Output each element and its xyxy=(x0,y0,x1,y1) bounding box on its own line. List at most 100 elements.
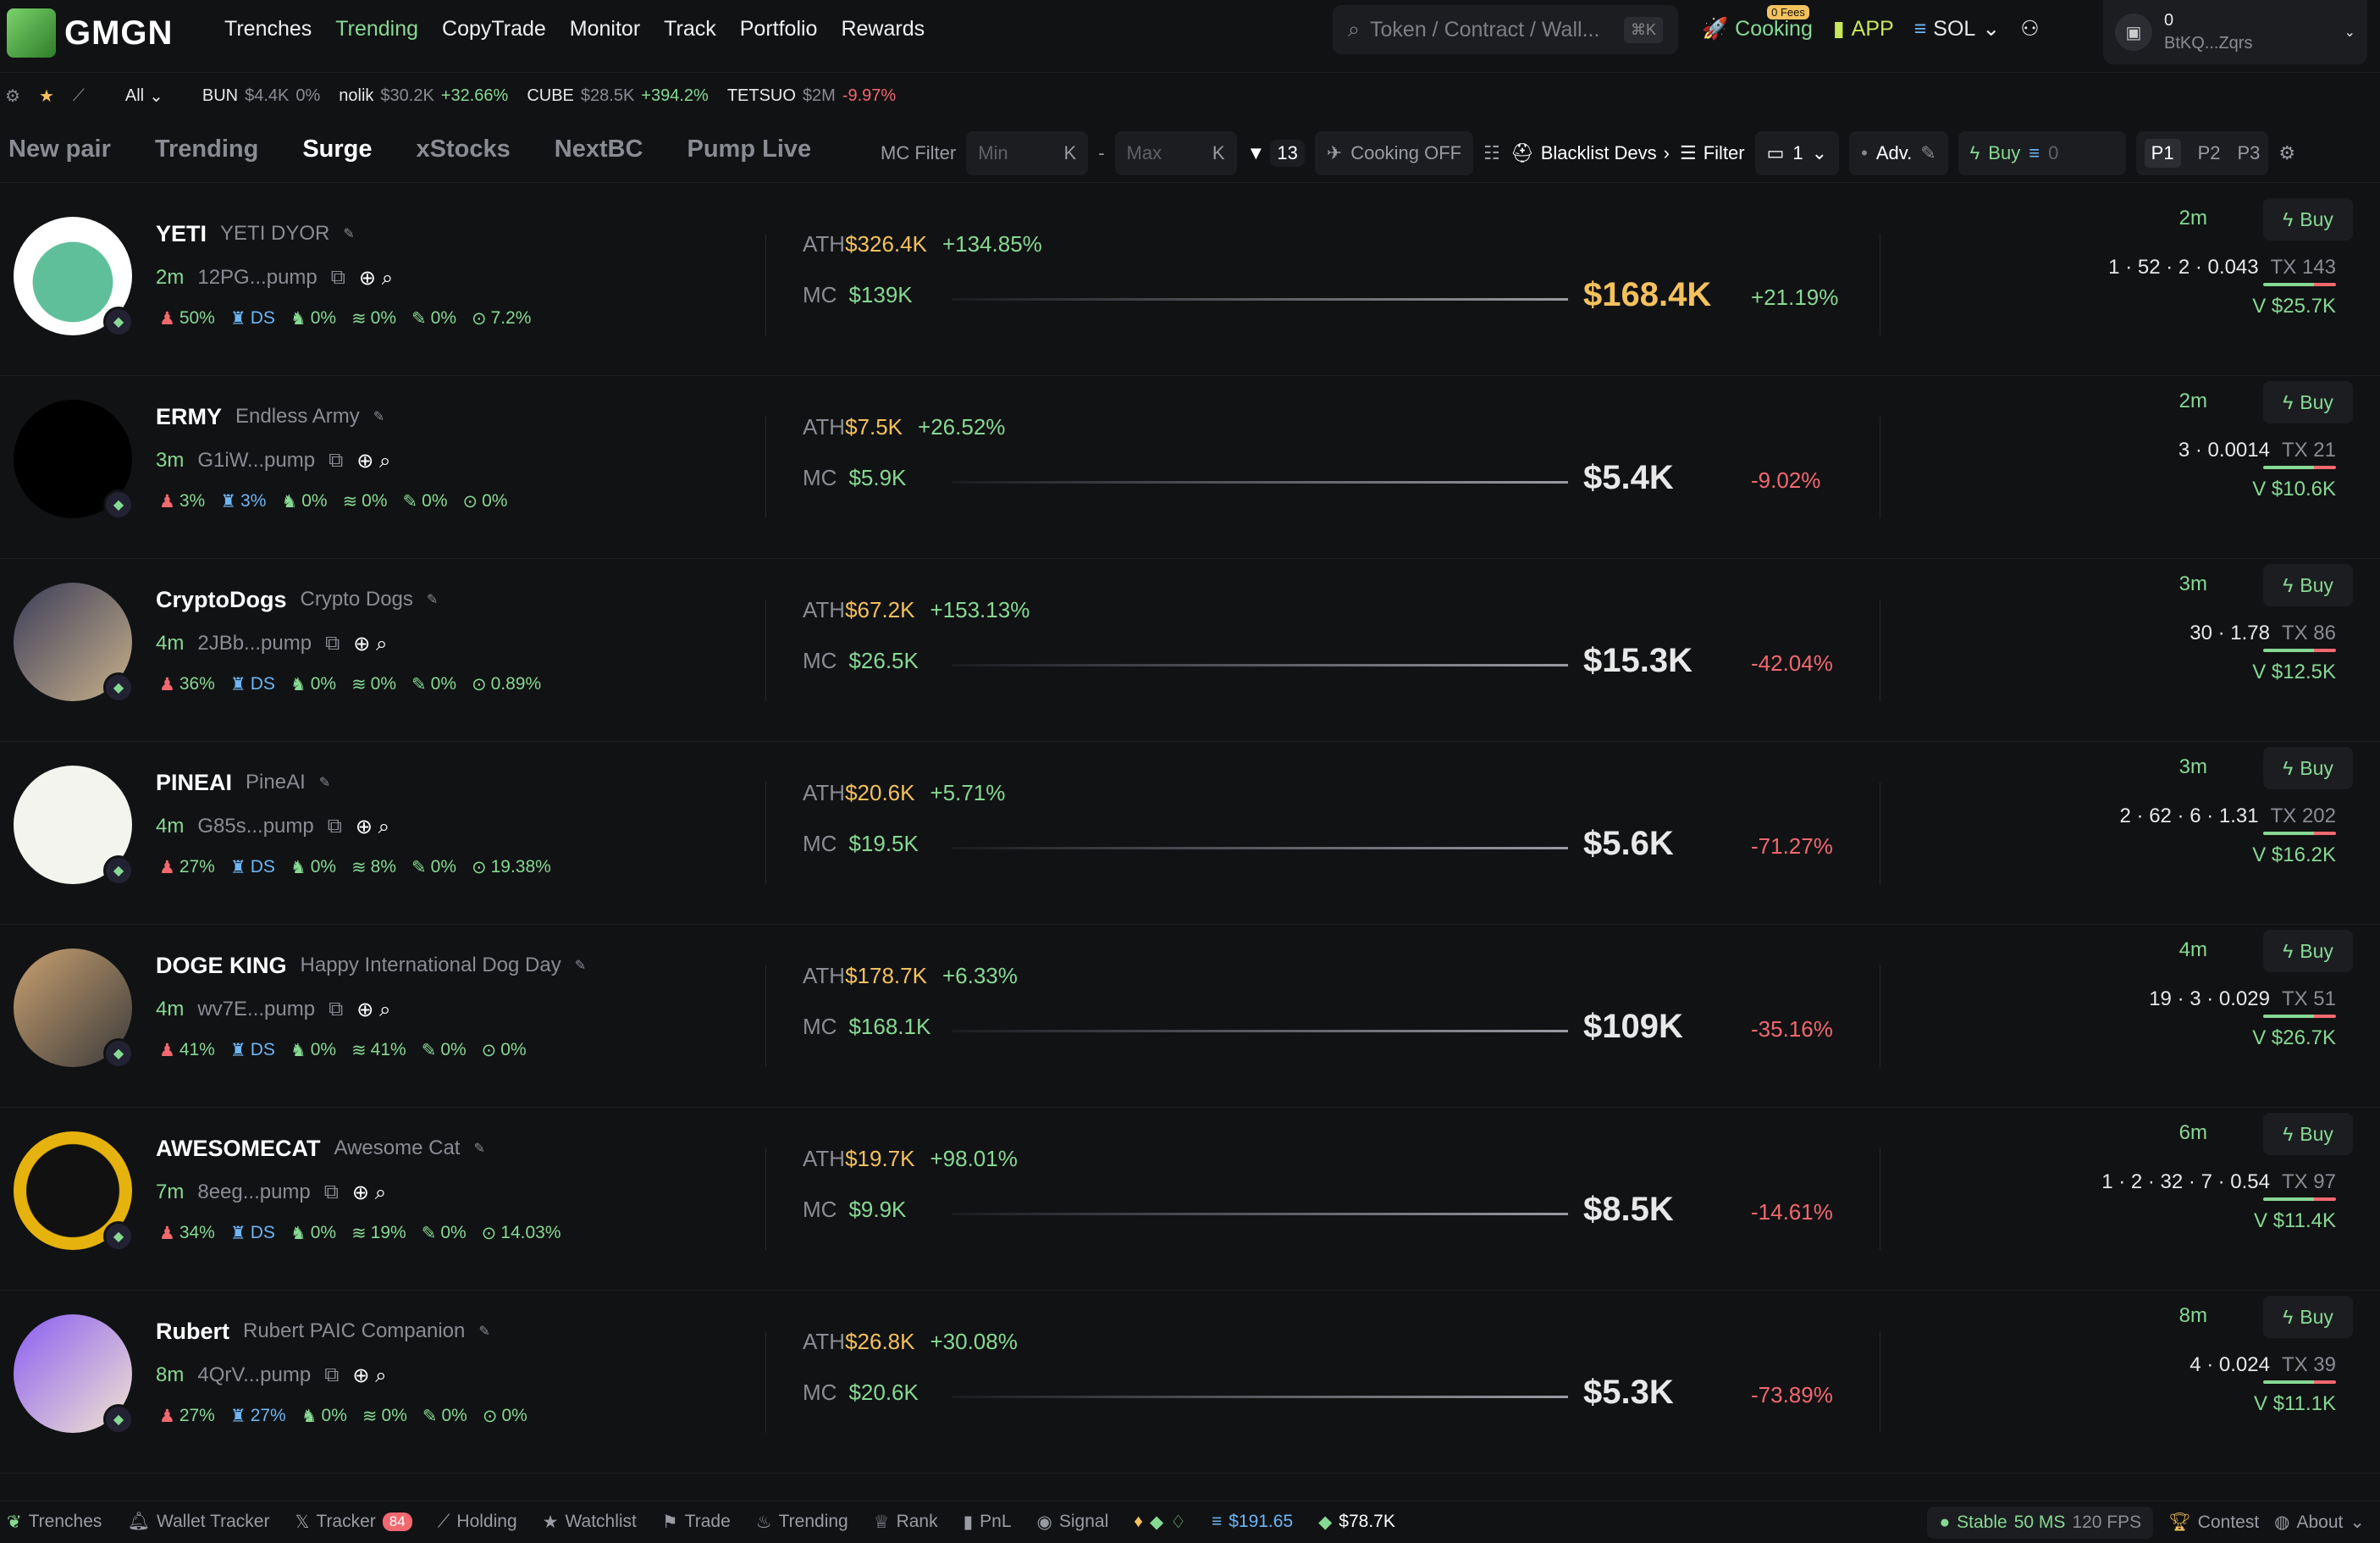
top-holders-chip[interactable]: ♟ 50% xyxy=(156,308,218,329)
buy-button[interactable]: ϟ Buy xyxy=(2263,747,2353,789)
footer-holding[interactable]: ⟋ Holding xyxy=(438,1512,517,1532)
nav-track[interactable]: Track xyxy=(664,17,716,41)
copy-icon[interactable]: ⧉ xyxy=(324,1363,339,1387)
top-holders-chip[interactable]: ♟ 41% xyxy=(156,1040,218,1061)
top-holders-chip[interactable]: ♟ 36% xyxy=(156,674,218,695)
insider-chip[interactable]: ♞ 0% xyxy=(298,1406,351,1427)
phishing-chip[interactable]: ⊙ 14.03% xyxy=(478,1223,565,1244)
token-row[interactable]: ◆ PINEAI PineAI ✎ 4m G85s...pump ⧉ ⊕ ⌕ ♟… xyxy=(0,742,2380,925)
token-address[interactable]: 8eeg...pump xyxy=(197,1181,310,1204)
website-icon[interactable]: ⊕ xyxy=(356,816,373,838)
nav-trending[interactable]: Trending xyxy=(335,17,418,41)
copy-icon[interactable]: ⧉ xyxy=(331,266,345,290)
top-holders-chip[interactable]: ♟ 34% xyxy=(156,1223,218,1244)
cooking-toggle[interactable]: ✈ Cooking OFF xyxy=(1314,131,1474,175)
dev-chip[interactable]: ♜ DS xyxy=(227,857,279,878)
preset-p1[interactable]: P1 xyxy=(2144,139,2181,168)
dev-chip[interactable]: ♜ 3% xyxy=(217,491,269,512)
pump-price[interactable]: ◆ $78.7K xyxy=(1318,1512,1395,1533)
preset-p3[interactable]: P3 xyxy=(2237,142,2260,164)
token-row[interactable]: ◆ AWESOMECAT Awesome Cat ✎ 7m 8eeg...pum… xyxy=(0,1108,2380,1291)
ticker-item[interactable]: BUN $4.4K 0% xyxy=(202,86,320,106)
bundle-chip[interactable]: ≋ 0% xyxy=(348,308,400,329)
ticker-filter[interactable]: All ⌄ xyxy=(125,86,163,107)
insider-chip[interactable]: ♞ 0% xyxy=(287,1040,340,1061)
bundle-chip[interactable]: ≋ 41% xyxy=(348,1040,410,1061)
gear-icon[interactable]: ⚙ xyxy=(5,86,20,107)
copy-icon[interactable]: ⧉ xyxy=(324,1181,339,1204)
ticker-item[interactable]: nolik $30.2K +32.66% xyxy=(339,86,508,106)
mc-max-input[interactable]: Max K xyxy=(1114,131,1237,175)
footer-trending[interactable]: ♨ Trending xyxy=(756,1512,848,1533)
bundle-chip[interactable]: ≋ 0% xyxy=(359,1406,411,1427)
buy-button[interactable]: ϟ Buy xyxy=(2263,198,2353,241)
website-icon[interactable]: ⊕ xyxy=(353,633,370,655)
filter-count-button[interactable]: ▼ 13 xyxy=(1247,140,1305,167)
cooking-button[interactable]: 🚀 Cooking 0 Fees xyxy=(1702,4,1813,41)
edit-icon[interactable]: ✎ xyxy=(343,225,354,242)
buy-button[interactable]: ϟ Buy xyxy=(2263,564,2353,606)
token-address[interactable]: 12PG...pump xyxy=(197,266,317,290)
token-avatar[interactable]: ◆ xyxy=(14,1314,134,1435)
bundle-chip[interactable]: ≋ 0% xyxy=(348,674,400,695)
chain-selector[interactable]: ≡ SOL ⌄ xyxy=(1914,16,2001,41)
buy-button[interactable]: ϟ Buy xyxy=(2263,381,2353,423)
token-row[interactable]: ◆ CryptoDogs Crypto Dogs ✎ 4m 2JBb...pum… xyxy=(0,559,2380,742)
footer-trenches[interactable]: ❦ Trenches xyxy=(7,1512,102,1533)
preset-p2[interactable]: P2 xyxy=(2198,142,2221,164)
token-avatar[interactable]: ◆ xyxy=(14,217,134,337)
insider-chip[interactable]: ♞ 0% xyxy=(287,674,340,695)
edit-icon[interactable]: ✎ xyxy=(473,1140,484,1157)
token-symbol[interactable]: DOGE KING xyxy=(156,953,287,979)
copy-icon[interactable]: ⧉ xyxy=(329,449,343,473)
token-symbol[interactable]: AWESOMECAT xyxy=(156,1136,321,1162)
chevron-down-icon[interactable]: ⌄ xyxy=(2344,24,2355,41)
bundle-chip[interactable]: ≋ 19% xyxy=(348,1223,410,1244)
copy-icon[interactable]: ⧉ xyxy=(329,998,343,1021)
tab-surge[interactable]: Surge xyxy=(302,135,372,163)
website-icon[interactable]: ⊕ xyxy=(352,1181,369,1204)
sniper-chip[interactable]: ✎ 0% xyxy=(419,1406,471,1427)
website-icon[interactable]: ⊕ xyxy=(356,450,373,473)
copy-icon[interactable]: ⧉ xyxy=(325,632,340,655)
website-icon[interactable]: ⊕ xyxy=(356,998,373,1021)
connection-status[interactable]: ● Stable 50 MS 120 FPS xyxy=(1927,1506,2154,1539)
sniper-chip[interactable]: ✎ 0% xyxy=(408,857,460,878)
token-avatar[interactable]: ◆ xyxy=(14,1131,134,1252)
quick-buy-input[interactable]: ϟ Buy ≡ 0 xyxy=(1958,131,2126,175)
token-row[interactable]: ◆ Rubert Rubert PAIC Companion ✎ 8m 4QrV… xyxy=(0,1291,2380,1474)
website-icon[interactable]: ⊕ xyxy=(359,267,376,290)
dev-chip[interactable]: ♜ DS xyxy=(227,1223,279,1244)
sniper-chip[interactable]: ✎ 0% xyxy=(418,1223,470,1244)
logo[interactable]: GMGN xyxy=(7,5,173,61)
star-icon[interactable]: ★ xyxy=(39,86,54,107)
dev-chip[interactable]: ♜ DS xyxy=(227,1040,279,1061)
wallet-panel[interactable]: ▣ 0 BtKQ...Zqrs ⌄ xyxy=(2103,0,2367,64)
phishing-chip[interactable]: ⊙ 7.2% xyxy=(468,308,534,329)
token-row[interactable]: ◆ ERMY Endless Army ✎ 3m G1iW...pump ⧉ ⊕… xyxy=(0,376,2380,559)
footer-trade[interactable]: ⚑ Trade xyxy=(662,1512,731,1533)
search-icon[interactable]: ⌕ xyxy=(382,267,393,290)
nav-trenches[interactable]: Trenches xyxy=(224,17,312,41)
token-address[interactable]: 4QrV...pump xyxy=(197,1363,311,1387)
top-holders-chip[interactable]: ♟ 27% xyxy=(156,857,218,878)
contest-button[interactable]: 🏆︎ Contest xyxy=(2168,1513,2259,1533)
phishing-chip[interactable]: ⊙ 19.38% xyxy=(468,857,555,878)
about-button[interactable]: ◍ About ⌄ xyxy=(2274,1512,2365,1533)
footer-rank[interactable]: ♕ Rank xyxy=(874,1512,938,1533)
token-symbol[interactable]: CryptoDogs xyxy=(156,587,287,613)
footer-chain-icons[interactable]: ♦ ◆ ♢ xyxy=(1134,1512,1186,1533)
footer-wallet-tracker[interactable]: 🔔︎ Wallet Tracker xyxy=(127,1512,269,1532)
dev-chip[interactable]: ♜ DS xyxy=(227,308,279,329)
app-button[interactable]: ▮ APP xyxy=(1833,16,1894,41)
token-symbol[interactable]: Rubert xyxy=(156,1319,229,1345)
buy-button[interactable]: ϟ Buy xyxy=(2263,1113,2353,1155)
sniper-chip[interactable]: ✎ 0% xyxy=(408,308,460,329)
gear-icon[interactable]: ⚙ xyxy=(2278,142,2295,164)
token-address[interactable]: G85s...pump xyxy=(197,815,313,838)
edit-icon[interactable]: ✎ xyxy=(427,591,438,608)
token-row[interactable]: ◆ YETI YETI DYOR ✎ 2m 12PG...pump ⧉ ⊕ ⌕ … xyxy=(0,193,2380,376)
footer-tracker[interactable]: 𝕏 Tracker 84 xyxy=(295,1512,412,1533)
search-icon[interactable]: ⌕ xyxy=(375,1181,386,1204)
ticker-item[interactable]: CUBE $28.5K +394.2% xyxy=(527,86,708,106)
